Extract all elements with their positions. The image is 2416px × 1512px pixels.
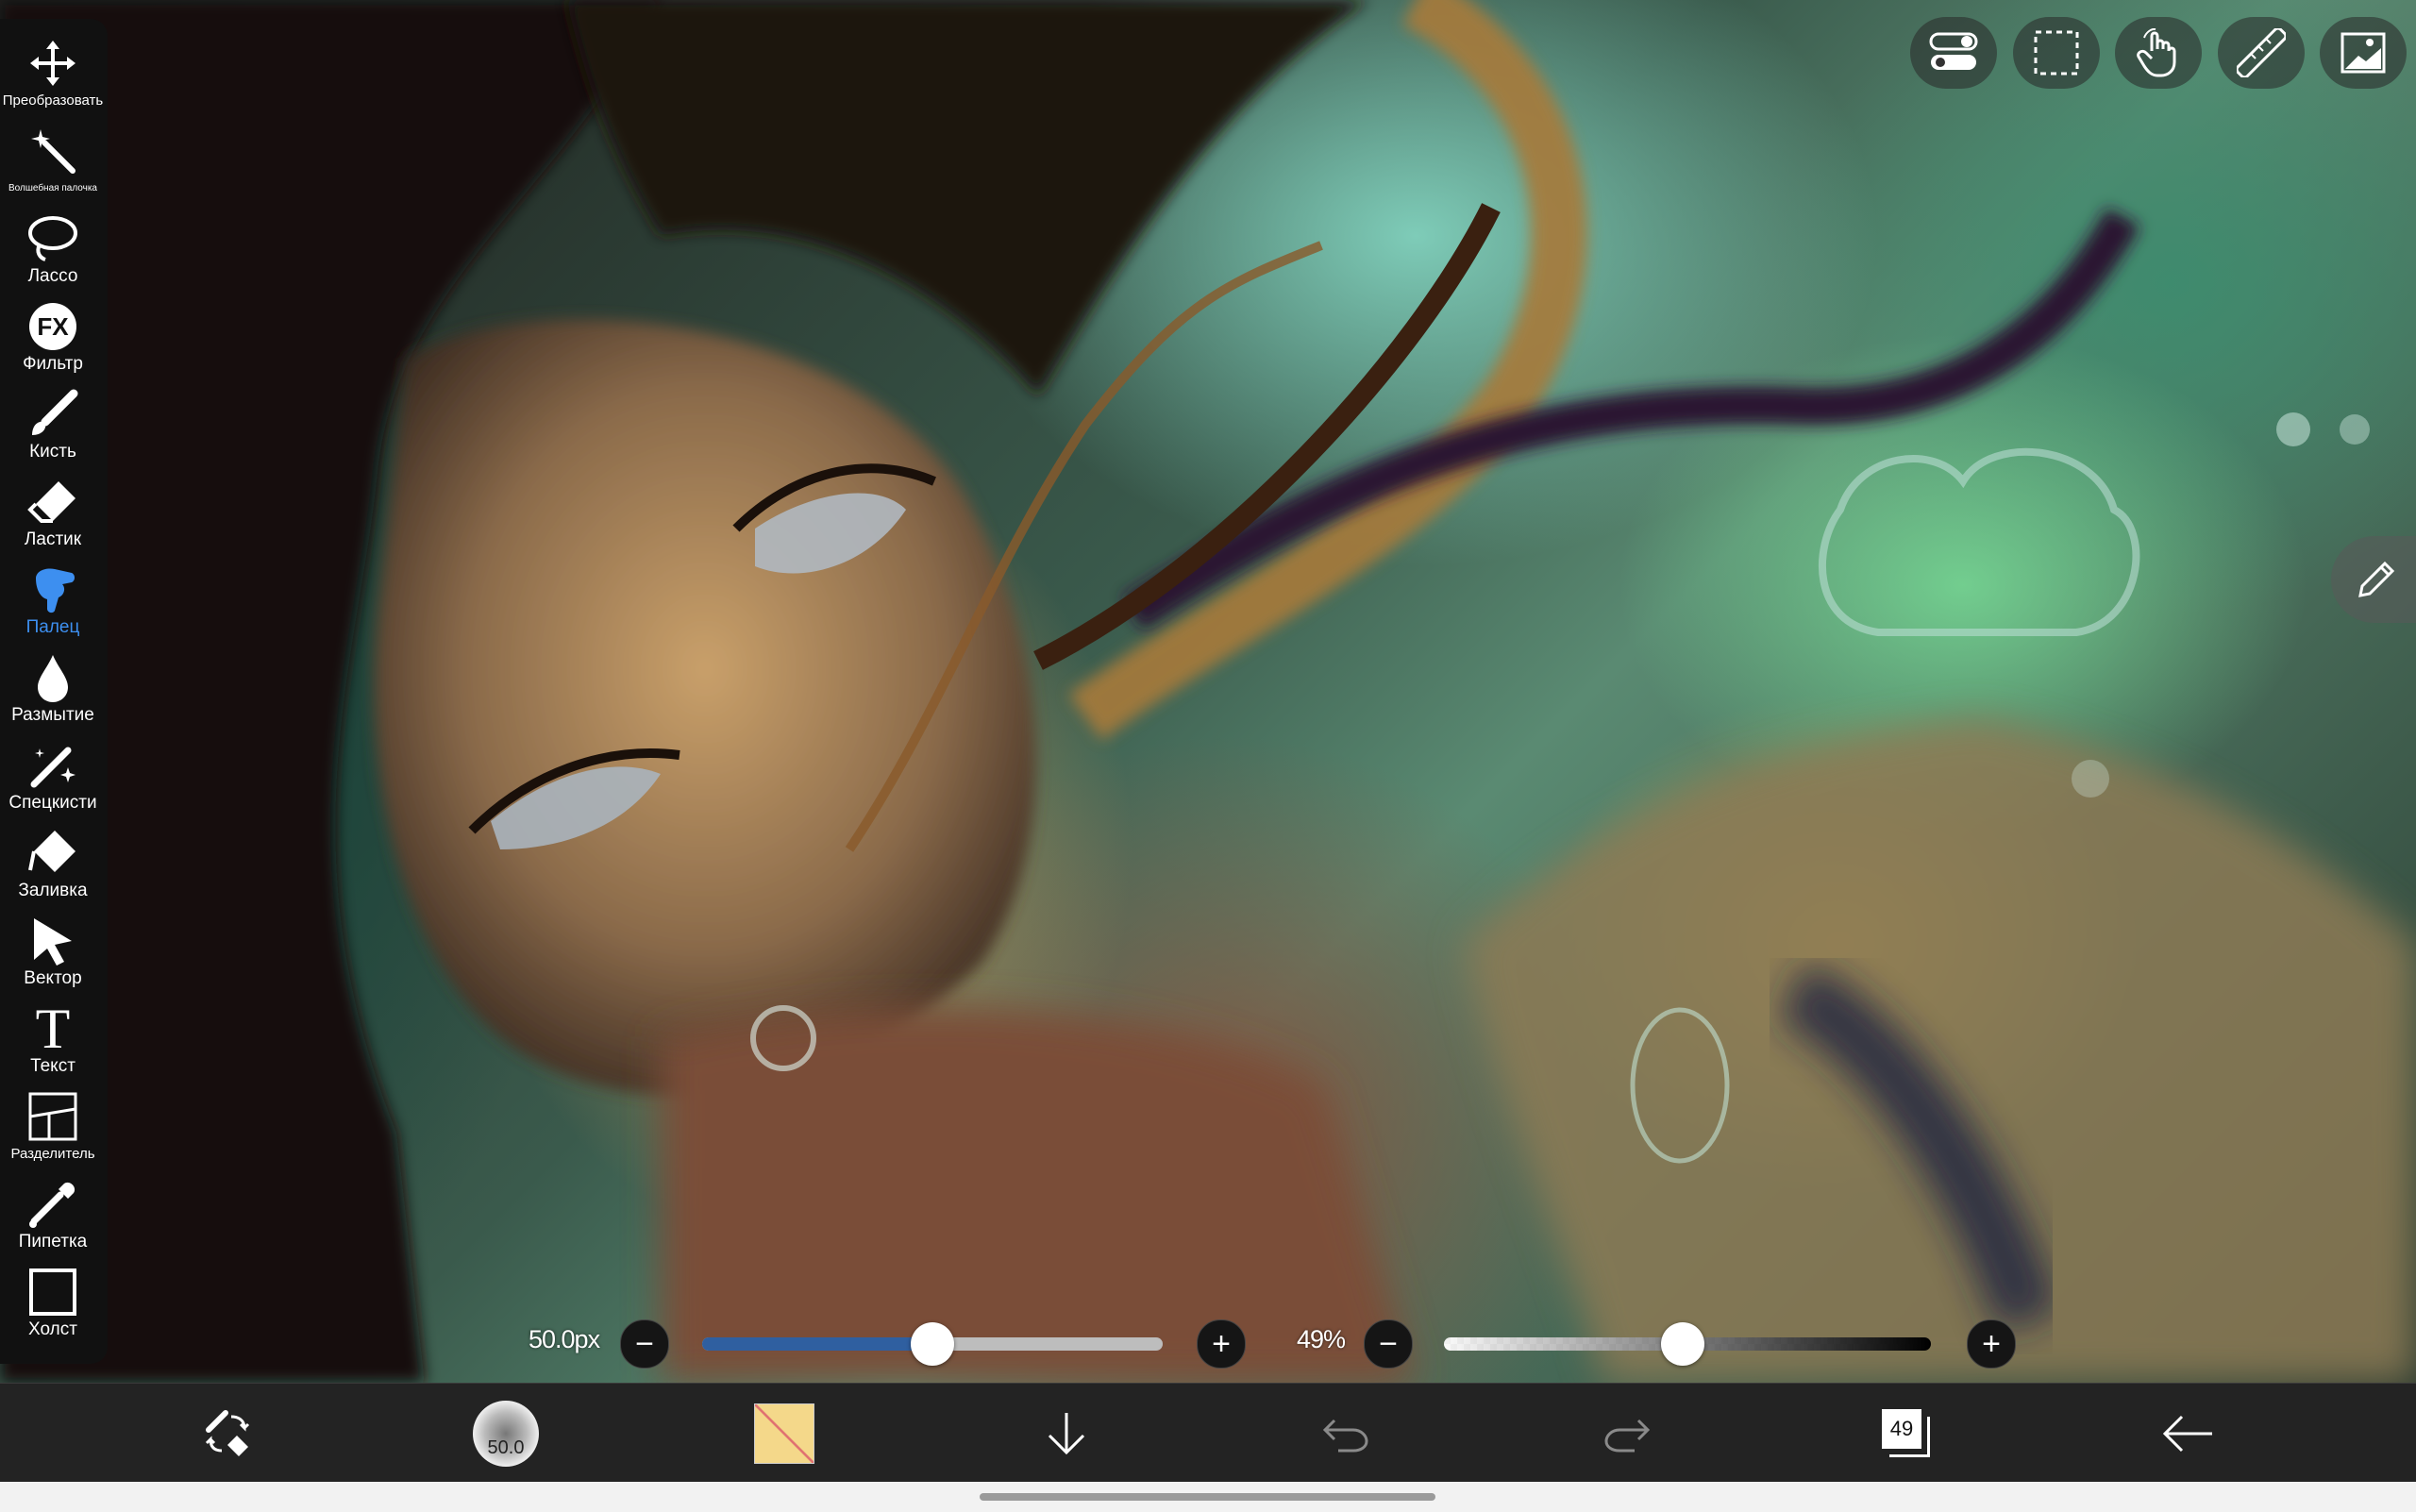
- tool-label: Холст: [28, 1319, 77, 1339]
- bottom-toolbar: 50.0 49: [0, 1383, 2416, 1483]
- tool-lasso[interactable]: Лассо: [0, 211, 106, 299]
- drop-icon: [25, 650, 81, 705]
- brush-size-value: 50.0px: [528, 1325, 600, 1353]
- back-button[interactable]: [2159, 1384, 2216, 1483]
- redo-button[interactable]: [1599, 1384, 1655, 1483]
- tool-text[interactable]: T Текст: [0, 998, 106, 1089]
- canvas-icon: [25, 1265, 81, 1319]
- selection-icon: [2034, 30, 2079, 76]
- brush-preview: 50.0: [473, 1400, 539, 1467]
- tool-label: Лассо: [27, 266, 78, 286]
- undo-icon: [1322, 1419, 1368, 1452]
- opacity-minus-button[interactable]: −: [1364, 1319, 1413, 1369]
- tool-label: Волшебная палочка: [8, 183, 97, 193]
- tool-label: Палец: [25, 617, 80, 637]
- swap-tool-button[interactable]: [189, 1384, 266, 1483]
- selection-button[interactable]: [2013, 17, 2100, 89]
- tool-label: Преобразовать: [2, 92, 104, 109]
- tool-label: Ластик: [24, 529, 82, 549]
- tool-transform[interactable]: Преобразовать: [0, 36, 106, 124]
- color-swatch-button[interactable]: [751, 1384, 817, 1483]
- tool-palette: Преобразовать Волшебная палочка Лассо FX…: [0, 19, 108, 1364]
- brush-icon: [25, 387, 81, 442]
- toggle-icon: [1929, 32, 1978, 70]
- magic-wand-icon: [25, 124, 81, 178]
- fill-icon: [25, 826, 81, 881]
- eraser-icon: [25, 475, 81, 529]
- tool-brush[interactable]: Кисть: [0, 387, 106, 475]
- tool-filter[interactable]: FX Фильтр: [0, 299, 106, 387]
- tool-label: Разделитель: [10, 1146, 95, 1162]
- tool-label: Пипетка: [18, 1232, 88, 1252]
- lasso-icon: [25, 211, 81, 266]
- special-brush-icon: [25, 738, 81, 793]
- tool-finger[interactable]: Палец: [0, 563, 106, 650]
- reference-image-button[interactable]: [2320, 17, 2407, 89]
- fx-icon: FX: [25, 299, 81, 354]
- eyedropper-icon: [25, 1177, 81, 1232]
- image-icon: [2340, 32, 2386, 74]
- drawing-canvas[interactable]: [0, 0, 2416, 1383]
- divider-icon: [25, 1089, 81, 1144]
- finger-icon: [25, 563, 81, 617]
- tool-fill[interactable]: Заливка: [0, 826, 106, 914]
- undo-button[interactable]: [1317, 1384, 1374, 1483]
- tool-label: Размытие: [11, 705, 94, 725]
- tool-eyedropper[interactable]: Пипетка: [0, 1177, 106, 1265]
- brush-size-fill: [702, 1337, 932, 1351]
- tool-blur[interactable]: Размытие: [0, 650, 106, 738]
- layers-count: 49: [1882, 1408, 1921, 1449]
- menu-down-button[interactable]: [1038, 1384, 1095, 1483]
- brush-size-plus-button[interactable]: +: [1197, 1319, 1246, 1369]
- opacity-value: 49%: [1297, 1325, 1346, 1353]
- layers-icon: 49: [1882, 1408, 1931, 1458]
- toggle-button[interactable]: [1910, 17, 1997, 89]
- layers-button[interactable]: 49: [1878, 1384, 1935, 1483]
- tool-label: Заливка: [18, 881, 88, 900]
- artwork: [0, 0, 2416, 1383]
- tool-label: Текст: [30, 1056, 76, 1076]
- redo-icon: [1604, 1419, 1651, 1452]
- color-swatch: [754, 1403, 814, 1464]
- arrow-left-icon: [2162, 1415, 2212, 1452]
- quick-pencil-button[interactable]: [2331, 536, 2416, 623]
- brush-preview-button[interactable]: 50.0: [470, 1384, 542, 1483]
- opacity-plus-button[interactable]: +: [1967, 1319, 2016, 1369]
- pencil-icon: [2358, 561, 2395, 597]
- ruler-icon: [2237, 28, 2286, 77]
- tool-canvas[interactable]: Холст: [0, 1265, 106, 1352]
- arrow-down-icon: [1048, 1412, 1085, 1454]
- tool-label: Вектор: [24, 968, 82, 988]
- touch-button[interactable]: [2115, 17, 2202, 89]
- opacity-knob[interactable]: [1660, 1322, 1704, 1366]
- cursor-icon: [25, 914, 81, 968]
- tool-eraser[interactable]: Ластик: [0, 475, 106, 563]
- tool-divider[interactable]: Разделитель: [0, 1089, 106, 1177]
- tool-label: Фильтр: [23, 354, 83, 374]
- tool-special-brush[interactable]: Спецкисти: [0, 738, 106, 826]
- home-indicator[interactable]: [980, 1493, 1435, 1501]
- swap-brush-eraser-icon: [205, 1409, 250, 1456]
- move-icon: [25, 36, 81, 91]
- touch-icon: [2137, 28, 2176, 77]
- ruler-button[interactable]: [2218, 17, 2305, 89]
- brush-size-minus-button[interactable]: −: [620, 1319, 669, 1369]
- tool-vector[interactable]: Вектор: [0, 914, 106, 1001]
- text-icon: T: [35, 998, 71, 1060]
- tool-label: Кисть: [29, 442, 76, 462]
- brush-size-knob[interactable]: [911, 1322, 954, 1366]
- tool-magic-wand[interactable]: Волшебная палочка: [0, 124, 106, 211]
- tool-label: Спецкисти: [8, 793, 97, 813]
